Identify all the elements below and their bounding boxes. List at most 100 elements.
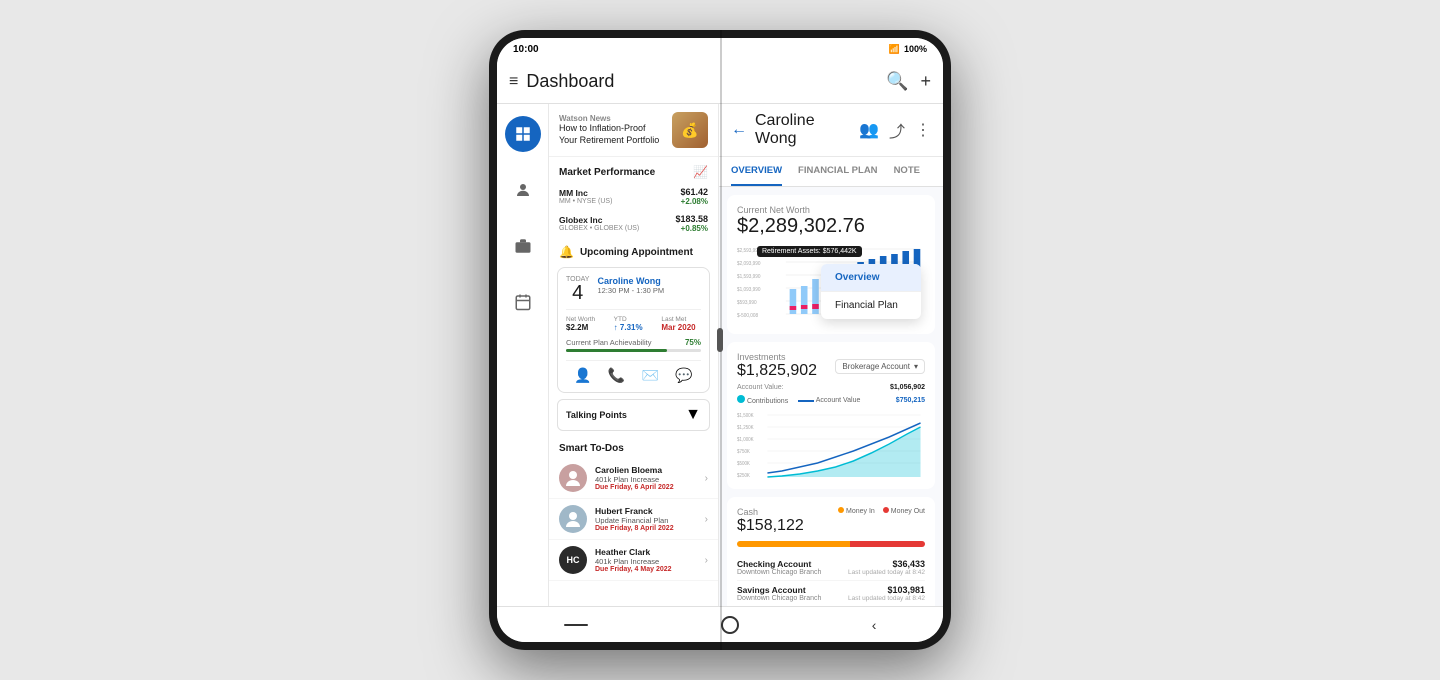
todo-avatar-carolien: [559, 464, 587, 492]
back-button[interactable]: ←: [731, 121, 747, 139]
market-mm-price: $61.42 +2.08%: [680, 187, 708, 206]
stat-networth: Net Worth $2.2M: [566, 316, 606, 332]
client-header: ← Caroline Wong 👥 ⤴ ⋮: [719, 104, 943, 157]
talking-points-row[interactable]: Talking Points ▼: [557, 399, 710, 431]
svg-text:$2,093,990: $2,093,990: [737, 261, 761, 267]
todo-task-heather: 401k Plan Increase: [595, 557, 697, 566]
search-icon[interactable]: 🔍: [886, 71, 908, 92]
svg-text:$1,000K: $1,000K: [737, 437, 754, 443]
todo-item-heather[interactable]: HC Heather Clark 401k Plan Increase Due …: [549, 540, 718, 581]
client-name: Caroline Wong: [755, 112, 851, 148]
nav-lines-icon[interactable]: [564, 624, 588, 626]
dropdown-financial-plan[interactable]: Financial Plan: [821, 292, 921, 319]
appt-top: Today 4 Caroline Wong 12:30 PM - 1:30 PM: [566, 276, 701, 303]
account-selector-chevron: ▾: [914, 362, 918, 371]
market-mm-info: MM Inc MM • NYSE (US): [559, 188, 612, 205]
checking-branch: Downtown Chicago Branch: [737, 569, 821, 576]
email-icon[interactable]: ✉️: [642, 367, 659, 384]
account-selector-label: Brokerage Account: [842, 362, 910, 371]
todo-info-carolien: Carolien Bloema 401k Plan Increase Due F…: [595, 465, 697, 491]
money-out-dot: [883, 507, 889, 513]
news-thumbnail: 💰: [672, 112, 708, 148]
contact-icons: 👤 📞 ✉️ 💬: [566, 360, 701, 384]
market-item-globex[interactable]: Globex Inc GLOBEX • GLOBEX (US) $183.58 …: [549, 210, 718, 237]
todo-name-carolien: Carolien Bloema: [595, 465, 697, 475]
hamburger-menu[interactable]: ≡: [509, 73, 518, 91]
legend-contributions: Contributions: [737, 395, 788, 405]
investments-header: Investments $1,825,902 Brokerage Account…: [737, 352, 925, 380]
checking-info: Checking Account Downtown Chicago Branch: [737, 559, 821, 576]
bell-icon: 🔔: [559, 245, 574, 259]
tab-overview[interactable]: OVERVIEW: [731, 157, 782, 186]
left-sidebar: [497, 104, 549, 606]
battery-icon: 100%: [904, 44, 927, 54]
more-options-icon[interactable]: ⋮: [915, 120, 931, 140]
appt-title: Upcoming Appointment: [580, 247, 693, 258]
savings-branch: Downtown Chicago Branch: [737, 595, 821, 602]
todo-item-carolien[interactable]: Carolien Bloema 401k Plan Increase Due F…: [549, 458, 718, 499]
chart-tooltip: Retirement Assets: $576,442K: [757, 246, 862, 257]
market-item-mm[interactable]: MM Inc MM • NYSE (US) $61.42 +2.08%: [549, 183, 718, 210]
cash-header: Cash $158,122 Money In Money Out: [737, 507, 925, 535]
sidebar-dashboard-icon[interactable]: [505, 116, 541, 152]
todo-due-heather: Due Friday, 4 May 2022: [595, 566, 697, 573]
share-icon[interactable]: ⤴: [889, 118, 905, 142]
cash-bar-in: [737, 541, 850, 547]
svg-text:$750K: $750K: [737, 449, 751, 455]
nav-home-circle[interactable]: [721, 616, 739, 634]
tab-financial-plan[interactable]: FINANCIAL PLAN: [798, 157, 878, 186]
cash-legend: Money In Money Out: [838, 507, 925, 515]
todo-task-hubert: Update Financial Plan: [595, 516, 697, 525]
contacts-icon[interactable]: 👤: [574, 367, 591, 384]
appointment-card[interactable]: Today 4 Caroline Wong 12:30 PM - 1:30 PM…: [557, 267, 710, 393]
talking-label: Talking Points: [566, 410, 627, 420]
news-title: How to Inflation-Proof Your Retirement P…: [559, 123, 664, 146]
app-title: Dashboard: [526, 71, 886, 92]
cash-bar-out: [850, 541, 925, 547]
news-card[interactable]: Watson News How to Inflation-Proof Your …: [549, 104, 718, 157]
stat-lastmet: Last Met Mar 2020: [661, 316, 701, 332]
invest-chart: $1,500K $1,250K $1,000K $750K $500K $250…: [737, 409, 925, 479]
investments-info: Investments $1,825,902: [737, 352, 817, 380]
contributions-dot: [737, 395, 745, 403]
phone-icon[interactable]: 📞: [608, 367, 625, 384]
sidebar-portfolio-icon[interactable]: [505, 228, 541, 264]
dropdown-menu: Overview Financial Plan: [821, 264, 921, 319]
account-savings[interactable]: Savings Account Downtown Chicago Branch …: [737, 581, 925, 606]
svg-text:$1,500K: $1,500K: [737, 413, 754, 419]
talking-expand-icon: ▼: [685, 406, 701, 424]
left-panel: Watson News How to Inflation-Proof Your …: [549, 104, 719, 606]
todo-due-carolien: Due Friday, 6 April 2022: [595, 484, 697, 491]
net-worth-label: Current Net Worth: [737, 205, 925, 215]
message-icon[interactable]: 💬: [675, 367, 692, 384]
market-globex-name: Globex Inc: [559, 215, 639, 225]
news-text: Watson News How to Inflation-Proof Your …: [559, 114, 664, 146]
lastmet-value: Mar 2020: [661, 323, 701, 332]
account-value-row: Account Value: $1,056,902: [737, 384, 925, 391]
savings-right: $103,981 Last updated today at 8:42: [848, 585, 925, 602]
todo-item-hubert[interactable]: Hubert Franck Update Financial Plan Due …: [549, 499, 718, 540]
todo-chevron-carolien: ›: [705, 473, 708, 484]
status-time: 10:00: [513, 44, 539, 55]
sidebar-contacts-icon[interactable]: [505, 172, 541, 208]
nav-back-chevron[interactable]: ‹: [872, 617, 877, 633]
investments-value: $1,825,902: [737, 362, 817, 380]
stat-ytd: YTD ↑ 7.31%: [614, 316, 654, 332]
account-selector[interactable]: Brokerage Account ▾: [835, 359, 925, 374]
add-icon[interactable]: +: [920, 71, 931, 92]
account-checking[interactable]: Checking Account Downtown Chicago Branch…: [737, 555, 925, 581]
cash-info: Cash $158,122: [737, 507, 804, 535]
market-mm-ticker: MM • NYSE (US): [559, 198, 612, 205]
savings-info: Savings Account Downtown Chicago Branch: [737, 585, 821, 602]
header-actions: 🔍 +: [886, 71, 931, 92]
sidebar-calendar-icon[interactable]: [505, 284, 541, 320]
market-globex-ticker: GLOBEX • GLOBEX (US): [559, 225, 639, 232]
todos-title: Smart To-Dos: [549, 437, 718, 458]
market-globex-price: $183.58 +0.85%: [675, 214, 708, 233]
dropdown-overview[interactable]: Overview: [821, 264, 921, 292]
account-value-line: [798, 400, 814, 402]
tab-note[interactable]: NOTE: [894, 157, 920, 186]
add-contact-icon[interactable]: 👥: [859, 120, 879, 140]
appt-time: 12:30 PM - 1:30 PM: [597, 286, 701, 295]
svg-text:$1,093,990: $1,093,990: [737, 287, 761, 293]
